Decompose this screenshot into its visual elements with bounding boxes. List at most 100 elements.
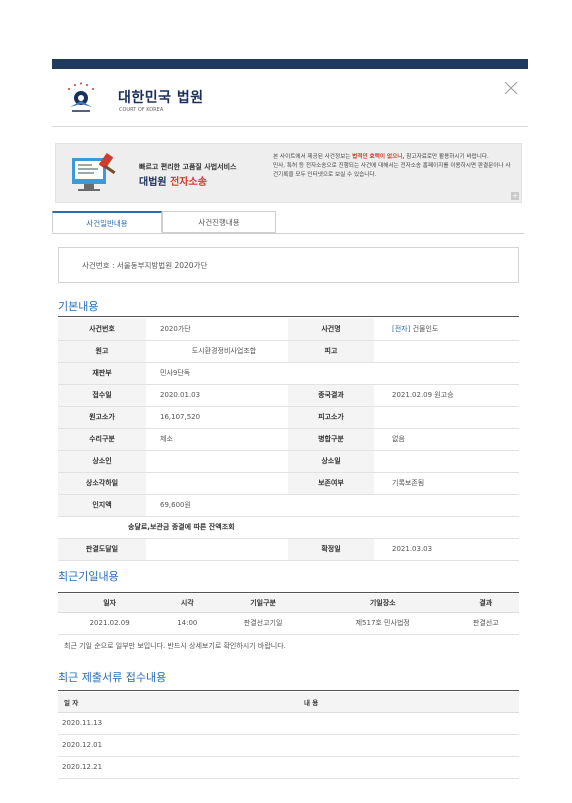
close-icon[interactable] bbox=[504, 81, 518, 95]
deposit-balance-link[interactable]: 송달료,보관금 종결에 따른 잔액조회 bbox=[58, 516, 519, 539]
info-label: 사건번호 bbox=[58, 318, 146, 341]
info-value: 2020.01.03 bbox=[146, 384, 288, 407]
table-row: 상소인 상소일 bbox=[58, 450, 519, 473]
ecourt-banner[interactable]: 빠르고 편리한 고품질 사법서비스 대법원 전자소송 본 사이트에서 제공된 사… bbox=[55, 143, 522, 203]
info-label: 상소각하일 bbox=[58, 472, 146, 495]
section-title-hearing: 최근기일내용 bbox=[58, 570, 119, 583]
info-value: 69,600원 bbox=[146, 494, 288, 517]
table-row: 2020.12.01 bbox=[58, 734, 519, 757]
info-value bbox=[374, 340, 519, 363]
info-label: 접수일 bbox=[58, 384, 146, 407]
site-title[interactable]: 대한민국 법원 bbox=[118, 87, 204, 107]
documents-table: 일 자 내 용 2020.11.13 2020.12.01 2020.12.21 bbox=[58, 692, 519, 779]
table-header-row: 일자 시각 기일구분 기일장소 결과 bbox=[58, 594, 519, 613]
info-label: 피고소가 bbox=[288, 406, 374, 429]
info-value bbox=[374, 406, 519, 429]
section-rule bbox=[58, 690, 519, 691]
table-row: 송달료,보관금 종결에 따른 잔액조회 bbox=[58, 516, 519, 539]
column-header: 결과 bbox=[452, 594, 519, 613]
table-cell bbox=[304, 756, 519, 779]
table-row: 상소각하일 보존여부 기록보존됨 bbox=[58, 472, 519, 495]
info-value: 민사9단독 bbox=[146, 362, 288, 385]
info-label: 원고 bbox=[58, 340, 146, 363]
table-cell: 제517호 민사법정 bbox=[312, 612, 453, 635]
top-bar bbox=[52, 59, 528, 69]
table-row: 2021.02.09 14:00 판결선고기일 제517호 민사법정 판결선고 bbox=[58, 612, 519, 635]
info-value: 2021.02.09 원고승 bbox=[374, 384, 519, 407]
banner-more-button[interactable]: + bbox=[511, 192, 519, 200]
info-value: 2021.03.03 bbox=[374, 538, 519, 561]
table-cell: 2021.02.09 bbox=[58, 612, 162, 635]
info-value: [전자] 건물인도 bbox=[374, 318, 519, 341]
info-label: 병합구분 bbox=[288, 428, 374, 451]
table-cell: 2020.12.01 bbox=[58, 734, 304, 757]
table-row: 사건번호 2020가단 사건명 [전자] 건물인도 bbox=[58, 318, 519, 341]
section-rule bbox=[58, 316, 519, 317]
info-value bbox=[374, 450, 519, 473]
section-rule bbox=[58, 592, 519, 593]
info-label: 상소일 bbox=[288, 450, 374, 473]
info-label: 피고 bbox=[288, 340, 374, 363]
info-label: 재판부 bbox=[58, 362, 146, 385]
tab-general[interactable]: 사건일반내용 bbox=[52, 211, 162, 233]
basic-info-table: 사건번호 2020가단 사건명 [전자] 건물인도 원고 도시환경정비사업조합 … bbox=[58, 318, 519, 561]
table-row: 원고소가 16,107,520 피고소가 bbox=[58, 406, 519, 429]
hearing-table: 일자 시각 기일구분 기일장소 결과 2021.02.09 14:00 판결선고… bbox=[58, 594, 519, 635]
info-value bbox=[146, 538, 288, 561]
info-value bbox=[288, 362, 519, 385]
site-subtitle: COURT OF KOREA bbox=[119, 107, 164, 113]
table-cell bbox=[304, 734, 519, 757]
site-header: 대한민국 법원 COURT OF KOREA bbox=[52, 69, 528, 127]
table-row: 2020.11.13 bbox=[58, 712, 519, 735]
ecourt-illustration-icon bbox=[72, 152, 116, 191]
table-row: 수리구분 제소 병합구분 없음 bbox=[58, 428, 519, 451]
hearing-notice: 최근 기일 순으로 일부만 보입니다. 반드시 상세보기로 확인하시기 바랍니다… bbox=[64, 642, 286, 650]
column-header: 기일구분 bbox=[213, 594, 313, 613]
info-label: 상소인 bbox=[58, 450, 146, 473]
info-label: 보존여부 bbox=[288, 472, 374, 495]
info-value: 기록보존됨 bbox=[374, 472, 519, 495]
column-header: 기일장소 bbox=[312, 594, 453, 613]
info-value: 없음 bbox=[374, 428, 519, 451]
column-header: 일자 bbox=[58, 594, 162, 613]
info-label: 판결도달일 bbox=[58, 538, 146, 561]
table-row: 재판부 민사9단독 bbox=[58, 362, 519, 385]
table-row: 접수일 2020.01.03 종국결과 2021.02.09 원고승 bbox=[58, 384, 519, 407]
column-header: 시각 bbox=[161, 594, 214, 613]
table-header-row: 일 자 내 용 bbox=[58, 692, 519, 713]
info-label: 확정일 bbox=[288, 538, 374, 561]
court-emblem-icon[interactable] bbox=[64, 81, 98, 115]
table-cell bbox=[304, 712, 519, 735]
info-label: 인지액 bbox=[58, 494, 146, 517]
info-value bbox=[288, 494, 519, 517]
column-header: 일 자 bbox=[58, 692, 304, 713]
info-label: 수리구분 bbox=[58, 428, 146, 451]
info-value: 제소 bbox=[146, 428, 288, 451]
section-title-basic: 기본내용 bbox=[58, 300, 99, 313]
info-value: 16,107,520 bbox=[146, 406, 288, 429]
table-cell: 2020.12.21 bbox=[58, 756, 304, 779]
section-title-documents: 최근 제출서류 접수내용 bbox=[58, 671, 167, 684]
banner-notice: 본 사이트에서 제공된 사건정보는 법적인 효력이 없으니, 참고자료로만 활용… bbox=[273, 154, 511, 178]
info-value bbox=[146, 472, 288, 495]
table-cell: 2020.11.13 bbox=[58, 712, 304, 735]
table-cell: 판결선고기일 bbox=[213, 612, 313, 635]
banner-tagline: 빠르고 편리한 고품질 사법서비스 bbox=[139, 163, 237, 171]
tab-progress[interactable]: 사건진행내용 bbox=[162, 211, 276, 233]
banner-title: 대법원 전자소송 bbox=[139, 177, 207, 188]
table-row: 원고 도시환경정비사업조합 피고 bbox=[58, 340, 519, 363]
info-value bbox=[146, 450, 288, 473]
info-value: 2020가단 bbox=[146, 318, 288, 341]
table-row: 판결도달일 확정일 2021.03.03 bbox=[58, 538, 519, 561]
info-value: 도시환경정비사업조합 bbox=[146, 340, 288, 363]
info-label: 원고소가 bbox=[58, 406, 146, 429]
info-label: 종국결과 bbox=[288, 384, 374, 407]
tab-divider bbox=[52, 233, 524, 234]
table-row: 인지액 69,600원 bbox=[58, 494, 519, 517]
table-cell: 14:00 bbox=[161, 612, 214, 635]
info-label: 사건명 bbox=[288, 318, 374, 341]
column-header: 내 용 bbox=[304, 692, 519, 713]
table-cell: 판결선고 bbox=[452, 612, 519, 635]
case-number-box: 사건번호 : 서울동부지방법원 2020가단 bbox=[58, 247, 519, 283]
table-row: 2020.12.21 bbox=[58, 756, 519, 779]
